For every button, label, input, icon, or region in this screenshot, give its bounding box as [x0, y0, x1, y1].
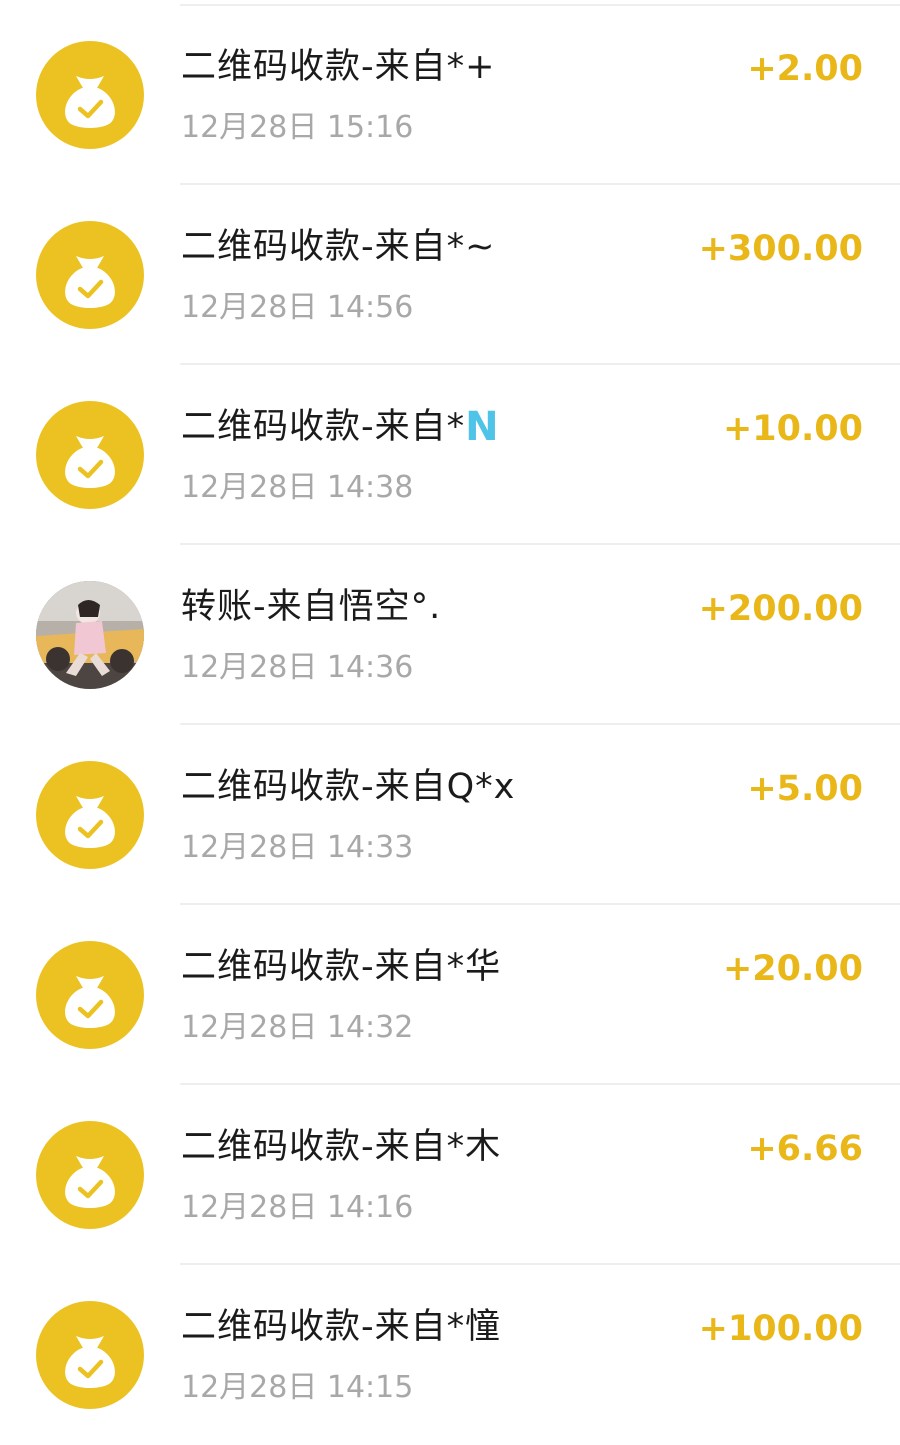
money-bag-check-icon: [36, 1121, 144, 1229]
transaction-title: 二维码收款-来自*华: [181, 947, 502, 987]
money-bag-check-icon: [36, 761, 144, 869]
transaction-amount: +300.00: [698, 229, 863, 269]
transaction-time: 12月28日 14:38: [181, 470, 414, 505]
user-avatar-photo: [36, 581, 144, 689]
transaction-time: 12月28日 14:15: [181, 1370, 414, 1405]
money-bag-check-icon: [36, 1301, 144, 1409]
transaction-time: 12月28日 15:16: [181, 110, 414, 145]
transaction-row[interactable]: 转账-来自悟空°. 12月28日 14:36 +200.00: [0, 545, 900, 725]
transaction-title: 二维码收款-来自*+: [181, 47, 496, 87]
transaction-title: 二维码收款-来自*~: [181, 227, 496, 267]
transaction-amount: +2.00: [747, 49, 863, 89]
transaction-time: 12月28日 14:32: [181, 1010, 414, 1045]
transaction-row[interactable]: 二维码收款-来自*~ 12月28日 14:56 +300.00: [0, 185, 900, 365]
transaction-row[interactable]: 二维码收款-来自Q*x 12月28日 14:33 +5.00: [0, 725, 900, 905]
sender-name-tag: N: [465, 404, 499, 450]
transaction-amount: +6.66: [747, 1129, 863, 1169]
transaction-title: 转账-来自悟空°.: [181, 587, 442, 627]
transaction-row[interactable]: 二维码收款-来自*憧 12月28日 14:15 +100.00: [0, 1265, 900, 1445]
transaction-amount: +200.00: [698, 589, 863, 629]
money-bag-check-icon: [36, 401, 144, 509]
transaction-title: 二维码收款-来自Q*x: [181, 767, 516, 807]
transaction-time: 12月28日 14:16: [181, 1190, 414, 1225]
transaction-row[interactable]: 二维码收款-来自*+ 12月28日 15:16 +2.00: [0, 5, 900, 185]
money-bag-check-icon: [36, 41, 144, 149]
transaction-row[interactable]: 二维码收款-来自*木 12月28日 14:16 +6.66: [0, 1085, 900, 1265]
transaction-row[interactable]: 二维码收款-来自*N 12月28日 14:38 +10.00: [0, 365, 900, 545]
transaction-title: 二维码收款-来自*木: [181, 1127, 502, 1167]
transaction-time: 12月28日 14:33: [181, 830, 414, 865]
transaction-row[interactable]: 二维码收款-来自*华 12月28日 14:32 +20.00: [0, 905, 900, 1085]
transaction-amount: +10.00: [722, 409, 863, 449]
money-bag-check-icon: [36, 221, 144, 329]
transaction-amount: +100.00: [698, 1309, 863, 1349]
transaction-amount: +20.00: [722, 949, 863, 989]
transaction-amount: +5.00: [747, 769, 863, 809]
transaction-list: 二维码收款-来自*+ 12月28日 15:16 +2.00 二维码收款-来自*~…: [0, 5, 900, 1445]
transaction-title: 二维码收款-来自*憧: [181, 1307, 502, 1347]
transaction-title: 二维码收款-来自*N: [181, 404, 499, 450]
money-bag-check-icon: [36, 941, 144, 1049]
transaction-time: 12月28日 14:36: [181, 650, 414, 685]
transaction-time: 12月28日 14:56: [181, 290, 414, 325]
